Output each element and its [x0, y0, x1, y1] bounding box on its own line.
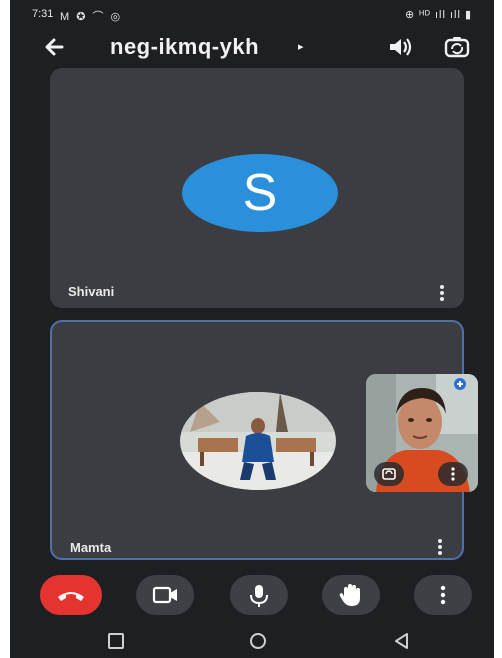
home-icon[interactable]	[246, 631, 270, 651]
back-arrow-icon[interactable]	[40, 32, 70, 62]
microphone-button[interactable]	[230, 575, 288, 615]
back-nav-icon[interactable]	[390, 631, 414, 651]
speaker-icon[interactable]	[384, 32, 414, 62]
microphone-icon	[250, 585, 268, 607]
android-nav-bar	[10, 625, 494, 658]
self-view-more-icon[interactable]	[438, 462, 468, 486]
self-view-preview[interactable]	[366, 374, 478, 492]
raise-hand-button[interactable]	[322, 575, 380, 615]
camera-button[interactable]	[136, 575, 194, 615]
end-call-button[interactable]	[40, 575, 102, 615]
video-camera-icon	[152, 586, 177, 604]
participant-name: Shivani	[68, 284, 115, 299]
self-view-camera-icon[interactable]	[374, 462, 404, 486]
more-vertical-icon[interactable]	[432, 536, 448, 558]
more-options-button[interactable]	[414, 575, 472, 615]
status-time: 7:31	[32, 8, 54, 20]
phone-screen: 7:31 M ✪ ⌒ ◎ ⊕ ᴴᴰ ıll ıll ▮ neg-ikmq-ykh…	[10, 0, 494, 658]
avatar: S	[182, 154, 338, 232]
hand-icon	[339, 584, 360, 606]
call-controls	[10, 575, 494, 621]
participant-name: Mamta	[70, 540, 112, 555]
system-status-icons: ⊕ ᴴᴰ ıll ıll ▮	[404, 9, 472, 21]
recents-icon[interactable]	[104, 631, 128, 651]
more-vertical-icon[interactable]	[434, 282, 450, 304]
participant-tile-shivani[interactable]: S Shivani	[50, 68, 464, 308]
switch-camera-icon[interactable]	[442, 32, 472, 62]
status-bar: 7:31 M ✪ ⌒ ◎ ⊕ ᴴᴰ ıll ıll ▮	[10, 0, 494, 28]
meeting-top-bar: neg-ikmq-ykh ▸	[10, 28, 494, 66]
more-vertical-icon	[440, 585, 446, 605]
meeting-code[interactable]: neg-ikmq-ykh	[110, 34, 259, 60]
avatar-photo	[180, 392, 336, 490]
caret-right-icon[interactable]: ▸	[298, 40, 304, 53]
phone-hangup-icon	[58, 592, 84, 601]
notification-icons: M ✪ ⌒ ◎	[60, 11, 123, 23]
